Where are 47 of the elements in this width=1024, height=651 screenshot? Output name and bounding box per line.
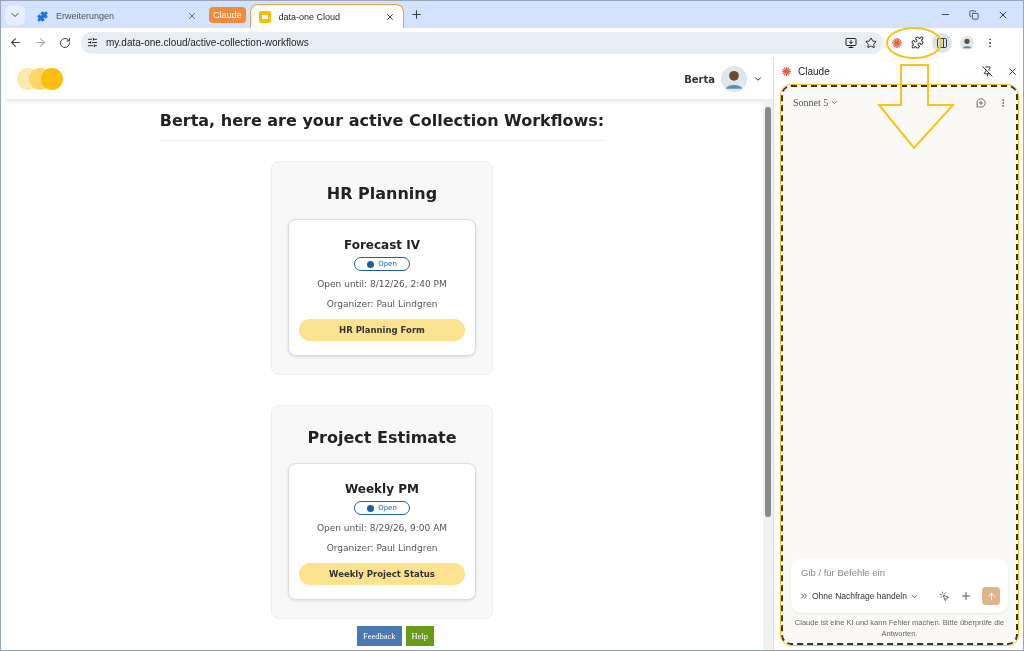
new-chat-icon[interactable] [976,97,986,108]
back-icon[interactable] [9,36,22,49]
close-icon[interactable] [384,11,395,22]
pointer-icon[interactable] [939,590,950,602]
site-settings-icon[interactable] [87,37,98,48]
form-button[interactable]: HR Planning Form [299,319,465,341]
user-avatar[interactable] [721,66,747,92]
page-heading: Berta, here are your active Collection Workflows: [159,111,605,141]
site-icon [258,10,271,23]
spark-icon[interactable] [891,36,903,49]
group-title: HR Planning [326,184,438,203]
highlight-ellipse [886,27,942,59]
chevron-down-icon [830,98,840,107]
unpin-icon[interactable] [982,65,993,77]
arrow-up-icon [985,590,997,602]
spark-icon [781,65,792,77]
address-bar[interactable]: my.data-one.cloud/active-collection-workflows [81,31,883,54]
mode-selector[interactable]: Ohne Nachfrage handeln [799,591,929,601]
restore-icon[interactable] [969,9,979,20]
puzzle-icon[interactable] [911,36,924,49]
reload-icon[interactable] [59,36,71,49]
add-icon[interactable] [960,590,972,602]
bookmark-icon[interactable] [865,36,877,49]
model-selector[interactable]: Sonnet 5 [791,95,842,110]
double-chevron-icon [799,591,809,601]
side-panel-icon [936,36,948,49]
organizer: Organizer: Paul Lindgren [326,543,438,553]
open-until: Open until: 8/29/26, 9:00 AM [316,523,448,533]
open-until: Open until: 8/12/26, 2:40 PM [317,279,447,289]
logo-icon [16,67,64,91]
card-title: Weekly PM [345,482,419,496]
panel-title: Claude [798,65,831,77]
close-icon[interactable] [1007,65,1018,77]
browser-tab[interactable]: Erweiterungen [29,4,205,28]
feedback-button[interactable]: Feedback [357,626,402,646]
new-tab-icon[interactable] [409,8,423,21]
message-input[interactable]: Gib / für Befehle ein [799,566,1000,579]
organizer: Organizer: Paul Lindgren [326,299,438,309]
puzzle-icon [37,10,48,22]
form-button[interactable]: Weekly Project Status [299,563,465,585]
browser-tab[interactable]: data-one Cloud [249,4,404,28]
card-title: Forecast IV [344,238,420,252]
install-icon[interactable] [845,36,857,49]
profile-avatar[interactable] [960,35,974,50]
group-title: Project Estimate [307,428,457,447]
caret-icon[interactable] [753,74,763,84]
user-name[interactable]: Berta [684,73,715,85]
